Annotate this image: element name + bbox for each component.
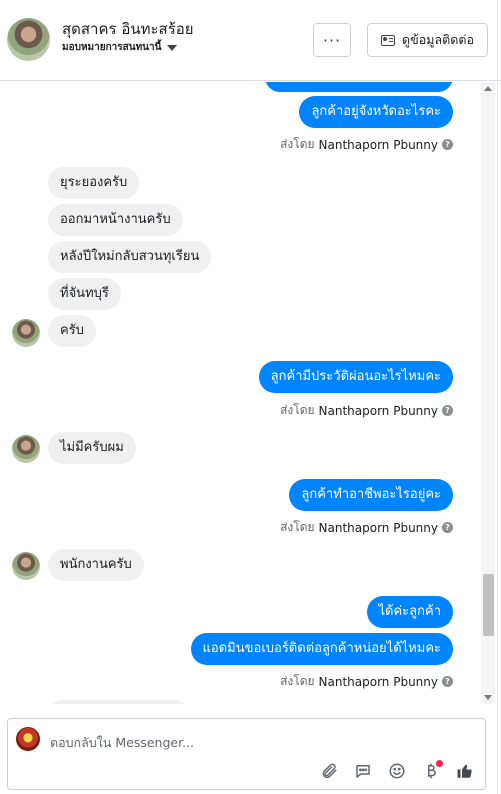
panel-divider bbox=[497, 0, 498, 794]
thumbs-up-icon[interactable] bbox=[455, 761, 475, 781]
contact-name[interactable]: สุดสาคร อินทะสร้อย bbox=[62, 17, 194, 41]
view-contact-info-button[interactable]: ดูข้อมูลติดต่อ bbox=[367, 23, 488, 57]
scrollbar-thumb[interactable] bbox=[483, 574, 494, 636]
sent-by-name: Nanthaporn Pbunny bbox=[318, 520, 438, 535]
message-bubble-outgoing[interactable]: ลูกค้าทำอาชีพอะไรอยู่คะ bbox=[289, 479, 453, 511]
sender-avatar[interactable] bbox=[12, 435, 40, 463]
message-bubble-incoming[interactable] bbox=[48, 700, 190, 704]
message-bubble-outgoing[interactable]: ได้ค่ะลูกค้า bbox=[366, 596, 453, 628]
sent-by-label: ส่งโดย Nanthaporn Pbunny ? bbox=[280, 672, 453, 691]
sent-by-label: ส่งโดย Nanthaporn Pbunny ? bbox=[280, 518, 453, 537]
help-icon[interactable]: ? bbox=[442, 139, 453, 150]
paperclip-icon[interactable] bbox=[319, 761, 339, 781]
message-bubble-incoming[interactable]: ยุระยองครับ bbox=[48, 167, 140, 199]
sent-by-prefix: ส่งโดย bbox=[280, 674, 315, 688]
sent-by-prefix: ส่งโดย bbox=[280, 403, 315, 417]
sender-avatar[interactable] bbox=[12, 319, 40, 347]
sent-by-label: ส่งโดย Nanthaporn Pbunny ? bbox=[280, 401, 453, 420]
sent-by-prefix: ส่งโดย bbox=[280, 137, 315, 151]
message-bubble-incoming[interactable]: หลังปีใหม่กลับสวนทุเรียน bbox=[48, 241, 212, 273]
conversation-header: สุดสาคร อินทะสร้อย มอบหมายการสนทนานี้ ··… bbox=[0, 0, 501, 81]
assign-label: มอบหมายการสนทนานี้ bbox=[62, 42, 162, 53]
sent-by-prefix: ส่งโดย bbox=[280, 520, 315, 534]
help-icon[interactable]: ? bbox=[442, 676, 453, 687]
inbox-conversation: สุดสาคร อินทะสร้อย มอบหมายการสนทนานี้ ··… bbox=[0, 0, 501, 794]
more-options-button[interactable]: ··· bbox=[313, 23, 351, 57]
sent-by-name: Nanthaporn Pbunny bbox=[318, 674, 438, 689]
message-bubble-incoming[interactable]: พนักงานครับ bbox=[48, 549, 144, 581]
assign-conversation-dropdown[interactable]: มอบหมายการสนทนานี้ bbox=[62, 40, 178, 55]
smiley-icon[interactable] bbox=[387, 761, 407, 781]
message-thread[interactable]: ลูกค้าอยู่จังหวัดอะไรคะ ส่งโดย Nanthapor… bbox=[0, 82, 481, 704]
composer-toolbar bbox=[319, 760, 475, 781]
message-bubble-outgoing[interactable]: ลูกค้ามีประวัติผ่อนอะไรไหมคะ bbox=[258, 361, 453, 393]
help-icon[interactable]: ? bbox=[442, 522, 453, 533]
message-bubble-incoming[interactable]: ไม่มีครับผม bbox=[48, 432, 136, 464]
sender-avatar[interactable] bbox=[12, 552, 40, 580]
notification-dot bbox=[436, 760, 443, 767]
caret-down-icon bbox=[167, 44, 178, 51]
baht-icon[interactable] bbox=[421, 760, 443, 781]
message-bubble-incoming[interactable]: ครับ bbox=[48, 315, 96, 347]
reply-input[interactable] bbox=[50, 733, 450, 751]
message-bubble-outgoing[interactable] bbox=[265, 82, 453, 92]
reply-composer bbox=[7, 718, 486, 790]
message-bubble-outgoing[interactable]: แอดมินขอเบอร์ติดต่อลูกค้าหน่อยได้ไหมคะ bbox=[190, 633, 453, 665]
view-contact-info-label: ดูข้อมูลติดต่อ bbox=[402, 32, 474, 47]
contact-avatar[interactable] bbox=[7, 18, 50, 61]
page-avatar bbox=[16, 727, 40, 751]
message-bubble-incoming[interactable]: ที่จันทบุรี bbox=[48, 278, 121, 310]
scroll-down-arrow-icon[interactable] bbox=[484, 695, 492, 700]
help-icon[interactable]: ? bbox=[442, 405, 453, 416]
scroll-up-arrow-icon[interactable] bbox=[484, 86, 492, 91]
sent-by-name: Nanthaporn Pbunny bbox=[318, 137, 438, 152]
message-bubble-incoming[interactable]: ออกมาหน้างานครับ bbox=[48, 204, 183, 236]
sent-by-name: Nanthaporn Pbunny bbox=[318, 403, 438, 418]
sent-by-label: ส่งโดย Nanthaporn Pbunny ? bbox=[280, 135, 453, 154]
contact-card-icon bbox=[381, 34, 396, 46]
chat-bubble-icon[interactable] bbox=[353, 761, 373, 781]
message-bubble-outgoing[interactable]: ลูกค้าอยู่จังหวัดอะไรคะ bbox=[299, 96, 453, 128]
